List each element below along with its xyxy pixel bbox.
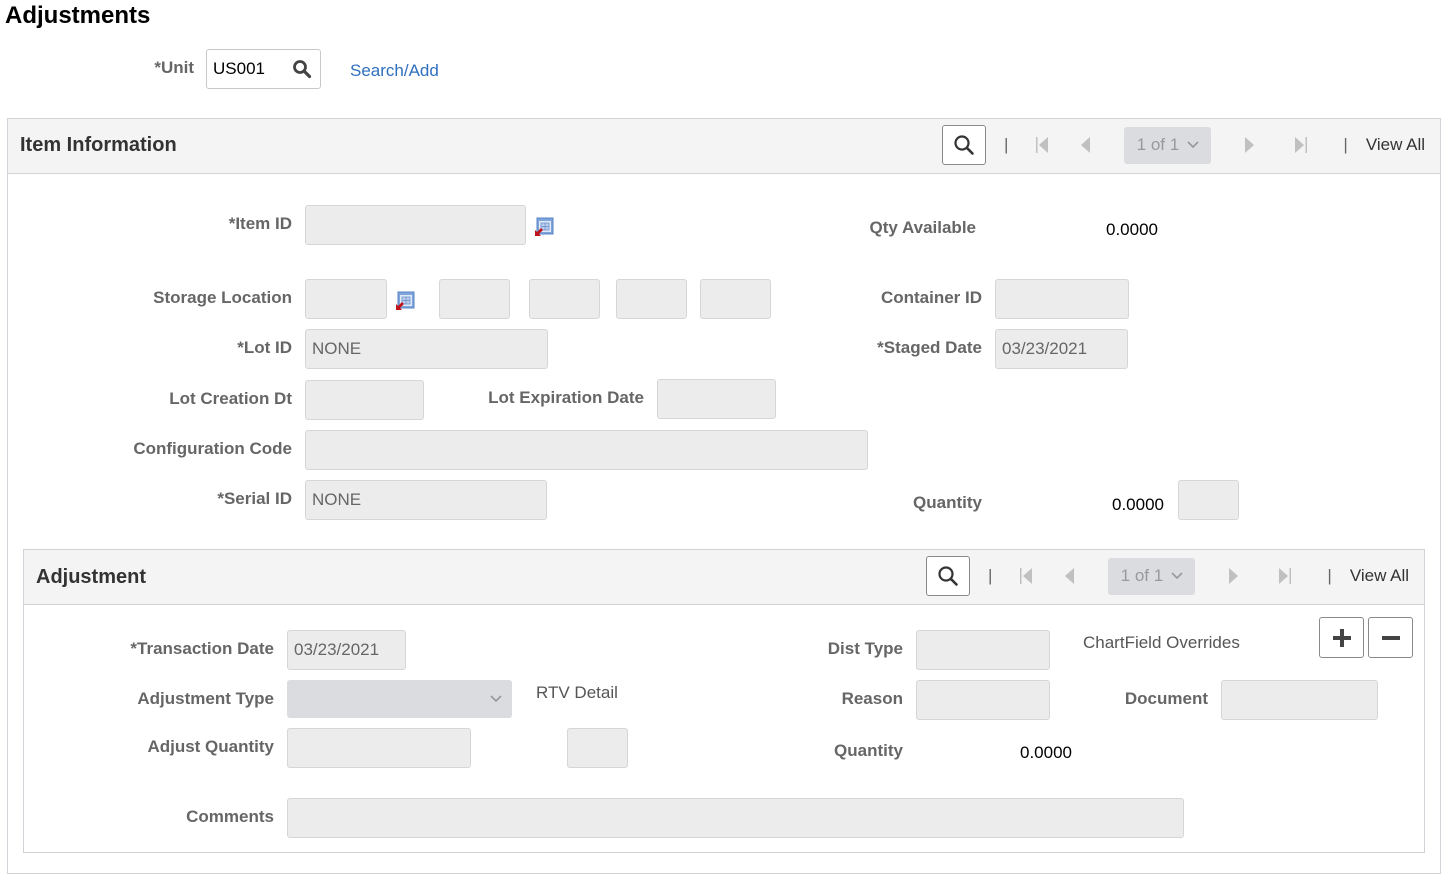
reason-input[interactable] [916,680,1050,720]
adjustment-quantity-label: Quantity [834,741,903,760]
last-page-icon [1295,137,1308,153]
adjust-quantity-label: Adjust Quantity [147,737,274,756]
lot-creation-dt-input[interactable] [305,380,424,420]
find-button[interactable] [926,556,970,596]
qty-available-value: 0.0000 [1106,220,1158,239]
previous-page-button[interactable] [1044,567,1094,585]
document-input[interactable] [1221,680,1378,720]
storage-level-3-input[interactable] [616,279,687,319]
item-information-header: Item Information | 1 of 1 | View All [8,119,1440,174]
add-row-button[interactable] [1319,617,1364,658]
item-id-label: *Item ID [228,214,292,233]
unit-input[interactable]: US001 [206,49,321,89]
chevron-down-icon [1187,141,1199,149]
storage-level-2-input[interactable] [529,279,600,319]
search-icon [954,135,974,155]
prompt-lookup-icon [396,291,415,310]
unit-value: US001 [213,59,265,78]
lot-id-input[interactable]: NONE [305,329,548,369]
staged-date-label: *Staged Date [877,338,982,357]
qty-available-label: Qty Available [869,218,976,237]
unit-lookup-search-icon[interactable] [292,59,312,84]
quantity-label: Quantity [913,493,982,512]
container-id-label: Container ID [880,288,982,307]
row-pager-dropdown[interactable]: 1 of 1 [1108,557,1196,595]
transaction-date-label: *Transaction Date [130,639,274,658]
storage-level-4-input[interactable] [700,279,771,319]
unit-label: *Unit [154,58,194,77]
configuration-code-label: Configuration Code [133,439,292,458]
previous-page-icon [1081,137,1091,153]
rtv-detail-label: RTV Detail [536,683,618,702]
next-page-icon [1229,568,1239,584]
prompt-lookup-icon [535,217,554,236]
quantity-uom-input[interactable] [1178,480,1239,520]
adjustment-type-label: Adjustment Type [137,689,274,708]
item-id-input[interactable] [305,205,526,245]
last-page-button[interactable] [1259,567,1309,585]
reason-label: Reason [841,689,903,708]
item-information-navigation: | 1 of 1 | View All [942,125,1425,165]
pager-text: 1 of 1 [1120,566,1164,585]
comments-input[interactable] [287,798,1184,838]
find-button[interactable] [942,125,986,165]
search-add-link[interactable]: Search/Add [350,61,439,81]
storage-location-label: Storage Location [153,288,292,307]
chevron-down-icon [490,695,502,703]
lot-id-label: *Lot ID [237,338,292,357]
configuration-code-input[interactable] [305,430,868,470]
storage-area-input[interactable] [305,279,387,319]
item-information-title: Item Information [20,134,177,156]
container-id-input[interactable] [995,279,1129,319]
dist-type-input[interactable] [916,630,1050,670]
first-page-button[interactable] [1026,136,1060,154]
view-all-link[interactable]: View All [1366,135,1425,155]
plus-icon [1332,628,1351,647]
staged-date-input[interactable]: 03/23/2021 [995,329,1128,369]
first-page-button[interactable] [1010,567,1044,585]
lot-expiration-date-input[interactable] [657,379,776,419]
search-icon [938,566,958,586]
adjustment-title: Adjustment [36,566,146,588]
comments-label: Comments [186,807,274,826]
storage-level-1-input[interactable] [439,279,510,319]
row-pager-dropdown[interactable]: 1 of 1 [1124,126,1212,164]
minus-icon [1381,635,1400,640]
nav-separator: | [1004,135,1009,154]
storage-location-lookup-button[interactable] [396,291,416,311]
adjust-quantity-uom-input[interactable] [567,728,628,768]
previous-page-button[interactable] [1060,136,1110,154]
last-page-button[interactable] [1275,136,1325,154]
dist-type-label: Dist Type [827,639,903,658]
quantity-value: 0.0000 [1112,495,1164,514]
item-id-lookup-button[interactable] [535,217,555,237]
lot-creation-dt-label: Lot Creation Dt [169,389,292,408]
previous-page-icon [1065,568,1075,584]
transaction-date-input[interactable]: 03/23/2021 [287,630,406,670]
serial-id-label: *Serial ID [217,489,292,508]
adjustment-header: Adjustment | 1 of 1 | View All [24,550,1424,605]
page-title: Adjustments [5,2,151,29]
pager-text: 1 of 1 [1136,135,1180,154]
nav-separator: | [1327,566,1332,585]
next-page-button[interactable] [1225,136,1275,154]
adjustment-navigation: | 1 of 1 | View All [926,556,1409,596]
nav-separator: | [988,566,993,585]
chartfield-overrides-label: ChartField Overrides [1083,633,1240,652]
first-page-icon [1020,568,1033,584]
view-all-link[interactable]: View All [1350,566,1409,586]
last-page-icon [1279,568,1292,584]
adjust-quantity-input[interactable] [287,728,471,768]
adjustment-type-select[interactable] [287,680,512,718]
document-label: Document [1124,689,1208,708]
nav-separator: | [1343,135,1348,154]
serial-id-input[interactable]: NONE [305,480,547,520]
first-page-icon [1036,137,1049,153]
next-page-button[interactable] [1209,567,1259,585]
adjustment-quantity-value: 0.0000 [1020,743,1072,762]
lot-expiration-date-label: Lot Expiration Date [488,388,644,407]
next-page-icon [1245,137,1255,153]
chevron-down-icon [1171,572,1183,580]
delete-row-button[interactable] [1368,617,1413,658]
